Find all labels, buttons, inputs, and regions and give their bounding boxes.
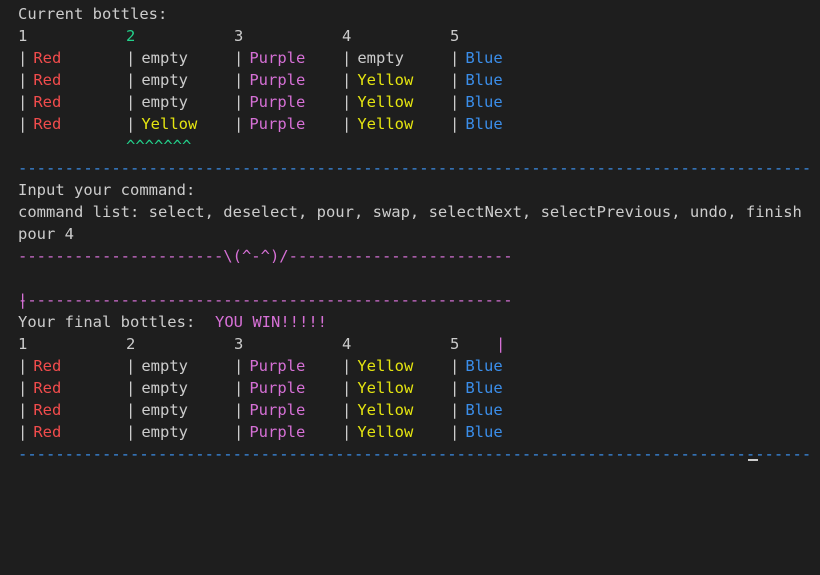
bottle-cell: empty	[357, 49, 405, 67]
bottle-cell: empty	[141, 71, 189, 89]
bottle-cell: Purple	[249, 423, 306, 441]
current-bottle-row: | Red | empty | Purple | Yellow | Blue	[18, 71, 503, 89]
bottle-cell: Yellow	[357, 379, 414, 397]
bottle-cell: Red	[33, 357, 62, 375]
terminal-cursor[interactable]	[748, 459, 758, 461]
column-number-1: 1	[18, 27, 28, 45]
column-number-5: 5	[450, 335, 460, 353]
bottle-cell: Purple	[249, 93, 306, 111]
bottle-cell: empty	[141, 423, 189, 441]
column-number-5: 5	[450, 27, 460, 45]
separator-line: ----------------------------------------…	[18, 159, 812, 177]
column-number-1: 1	[18, 335, 28, 353]
bottle-cell: Blue	[465, 115, 503, 133]
bottle-cell: Red	[33, 379, 62, 397]
command-list: command list: select, deselect, pour, sw…	[18, 203, 802, 221]
bottle-cell: Purple	[249, 49, 306, 67]
final-bottles-header: Your final bottles:	[18, 313, 196, 331]
bottle-cell: Yellow	[357, 71, 414, 89]
bottle-cell: Red	[33, 49, 62, 67]
bottle-cell: Red	[33, 93, 62, 111]
bottle-cell: Purple	[249, 357, 306, 375]
separator-line-bottom: ----------------------------------------…	[18, 445, 812, 463]
typed-command: pour 4	[18, 225, 74, 243]
bottle-cell: Purple	[249, 115, 306, 133]
final-column-numbers: 1 2 3 4 5	[18, 333, 811, 355]
column-number-2-selected: 2	[126, 27, 136, 45]
final-bottle-row: | Red | empty | Purple | Yellow | Blue	[18, 357, 503, 375]
bottle-cell: Blue	[465, 423, 503, 441]
bottle-cell: Blue	[465, 401, 503, 419]
bottle-cell: Purple	[249, 379, 306, 397]
bottle-cell: Blue	[465, 379, 503, 397]
current-bottle-row: | Red | empty | Purple | Yellow | Blue	[18, 93, 503, 111]
final-bottle-row: | Red | empty | Purple | Yellow | Blue	[18, 379, 503, 397]
win-banner-top: ----------------------\(^-^)/-----------…	[18, 247, 513, 265]
column-number-3: 3	[234, 335, 244, 353]
bottle-cell: empty	[141, 401, 189, 419]
bottle-cell: Yellow	[357, 401, 414, 419]
current-bottle-row: | Red | empty | Purple | empty | Blue	[18, 49, 503, 67]
current-column-numbers: 1 2 3 4 5	[18, 25, 811, 47]
column-number-3: 3	[234, 27, 244, 45]
bottle-cell: Yellow	[357, 115, 414, 133]
bottle-cell: Blue	[465, 357, 503, 375]
selection-marker-row: ^^^^^^^	[18, 135, 811, 157]
bottle-cell: Yellow	[357, 423, 414, 441]
win-banner-message: | YOU WIN!!!!! |	[18, 267, 811, 353]
final-bottle-row: | Red | empty | Purple | Yellow | Blue	[18, 423, 503, 441]
column-number-4: 4	[342, 27, 352, 45]
bottle-cell: Blue	[465, 49, 503, 67]
column-number-4: 4	[342, 335, 352, 353]
bottle-cell: Red	[33, 115, 62, 133]
current-bottles-header: Current bottles:	[18, 5, 168, 23]
bottle-cell: Yellow	[357, 357, 414, 375]
selection-marker: ^^^^^^^	[126, 137, 192, 155]
final-bottle-row: | Red | empty | Purple | Yellow | Blue	[18, 401, 503, 419]
bottle-cell: Purple	[249, 401, 306, 419]
bottle-cell: Red	[33, 71, 62, 89]
input-prompt: Input your command:	[18, 181, 196, 199]
column-number-2: 2	[126, 335, 136, 353]
bottle-cell: Red	[33, 401, 62, 419]
terminal-output: Current bottles: 1 2 3 4 5 | Red | empty |…	[18, 3, 811, 465]
bottle-cell: Red	[33, 423, 62, 441]
win-banner-bottom: ----------------------------------------…	[18, 291, 513, 309]
bottle-cell: Yellow	[357, 93, 414, 111]
bottle-cell: empty	[141, 93, 189, 111]
bottle-cell: Blue	[465, 71, 503, 89]
bottle-cell: Yellow	[141, 115, 198, 133]
current-bottle-row: | Red | Yellow | Purple | Yellow | Blue	[18, 115, 503, 133]
bottle-cell: empty	[141, 357, 189, 375]
bottle-cell: Blue	[465, 93, 503, 111]
bottle-cell: empty	[141, 49, 189, 67]
bottle-cell: empty	[141, 379, 189, 397]
bottle-cell: Purple	[249, 71, 306, 89]
